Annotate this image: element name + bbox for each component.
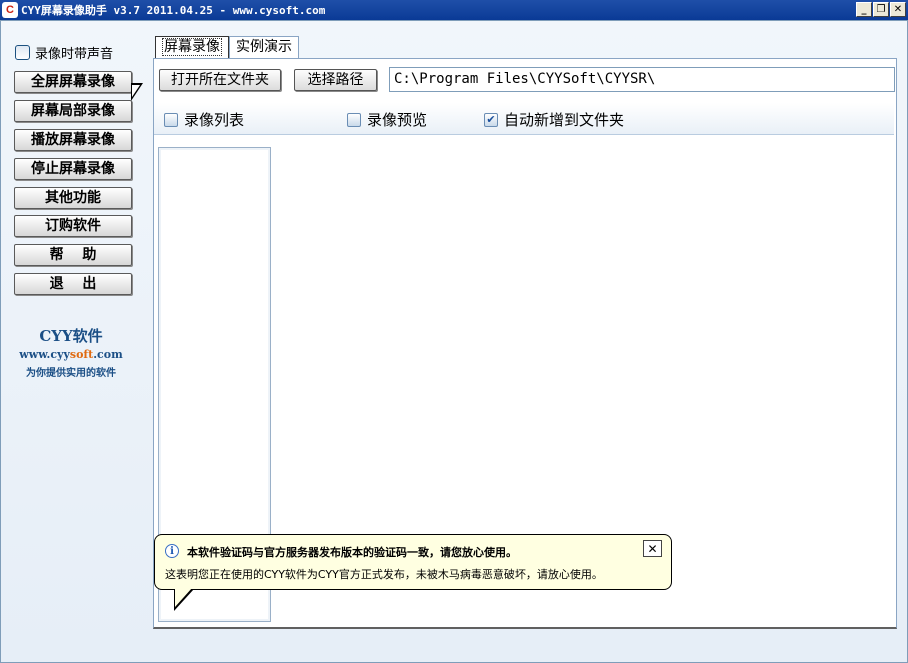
purchase-button[interactable]: 订购软件	[14, 215, 132, 237]
record-preview-label: 录像预览	[367, 111, 428, 129]
open-folder-button[interactable]: 打开所在文件夹	[159, 69, 281, 91]
record-list-option[interactable]: 录像列表	[164, 109, 244, 130]
client-area: 录像时带声音 全屏屏幕录像 屏幕局部录像 播放屏幕录像 停止屏幕录像 其他功能 …	[0, 20, 908, 663]
brand-name: CYY软件	[39, 327, 103, 345]
stop-record-button[interactable]: 停止屏幕录像	[14, 158, 132, 180]
region-record-button[interactable]: 屏幕局部录像	[14, 100, 132, 122]
help-button[interactable]: 帮 助	[14, 244, 132, 266]
list-icon	[164, 112, 178, 127]
tab-examples[interactable]: 实例演示	[229, 36, 299, 58]
balloon-close-button[interactable]: ✕	[643, 540, 662, 557]
auto-add-checkbox[interactable]: ✔ 自动新增到文件夹	[484, 109, 624, 130]
brand-url: www.cyysoft.com	[19, 348, 123, 361]
balloon-title: 本软件验证码与官方服务器发布版本的验证码一致，请您放心使用。	[187, 546, 517, 559]
checkmark-icon[interactable]: ✔	[484, 112, 498, 127]
record-sound-checkbox[interactable]: 录像时带声音	[15, 41, 141, 63]
title-bar[interactable]: C CYY屏幕录像助手 v3.7 2011.04.25 - www.cysoft…	[0, 0, 908, 20]
auto-add-label: 自动新增到文件夹	[504, 111, 625, 129]
window-title: CYY屏幕录像助手 v3.7 2011.04.25 - www.cysoft.c…	[21, 4, 326, 17]
record-list-label: 录像列表	[184, 111, 245, 129]
sidebar: 录像时带声音 全屏屏幕录像 屏幕局部录像 播放屏幕录像 停止屏幕录像 其他功能 …	[11, 41, 141, 379]
close-icon[interactable]: ✕	[890, 2, 906, 17]
options-row: 录像列表 录像预览 ✔ 自动新增到文件夹	[154, 103, 894, 135]
restore-icon[interactable]: ❐	[873, 2, 889, 17]
other-functions-button[interactable]: 其他功能	[14, 187, 132, 209]
choose-path-button[interactable]: 选择路径	[294, 69, 377, 91]
exit-button[interactable]: 退 出	[14, 273, 132, 295]
minimize-icon[interactable]: _	[856, 2, 872, 17]
tab-strip: 屏幕录像 实例演示	[155, 36, 299, 58]
tab-screen-record[interactable]: 屏幕录像	[155, 36, 229, 58]
balloon-text: 这表明您正在使用的CYY软件为CYY官方正式发布，未被木马病毒恶意破坏，请放心使…	[165, 568, 603, 581]
notification-balloon: i 本软件验证码与官方服务器发布版本的验证码一致，请您放心使用。 这表明您正在使…	[154, 534, 672, 611]
play-record-button[interactable]: 播放屏幕录像	[14, 129, 132, 151]
record-sound-label: 录像时带声音	[35, 46, 114, 62]
balloon-tail	[174, 588, 194, 611]
mouse-cursor-icon	[131, 83, 143, 101]
brand-logo: CYY软件 www.cyysoft.com 为你提供实用的软件	[15, 325, 127, 379]
window-controls: _ ❐ ✕	[856, 2, 906, 17]
path-input[interactable]: C:\Program Files\CYYSoft\CYYSR\	[389, 67, 895, 92]
brand-slogan: 为你提供实用的软件	[26, 368, 116, 379]
cyy-app-icon[interactable]: C	[2, 2, 18, 18]
preview-icon	[347, 112, 361, 127]
checkbox-box[interactable]	[15, 44, 30, 60]
fullscreen-record-button[interactable]: 全屏屏幕录像	[14, 71, 132, 93]
record-preview-option[interactable]: 录像预览	[347, 109, 427, 130]
info-icon: i	[165, 544, 179, 558]
